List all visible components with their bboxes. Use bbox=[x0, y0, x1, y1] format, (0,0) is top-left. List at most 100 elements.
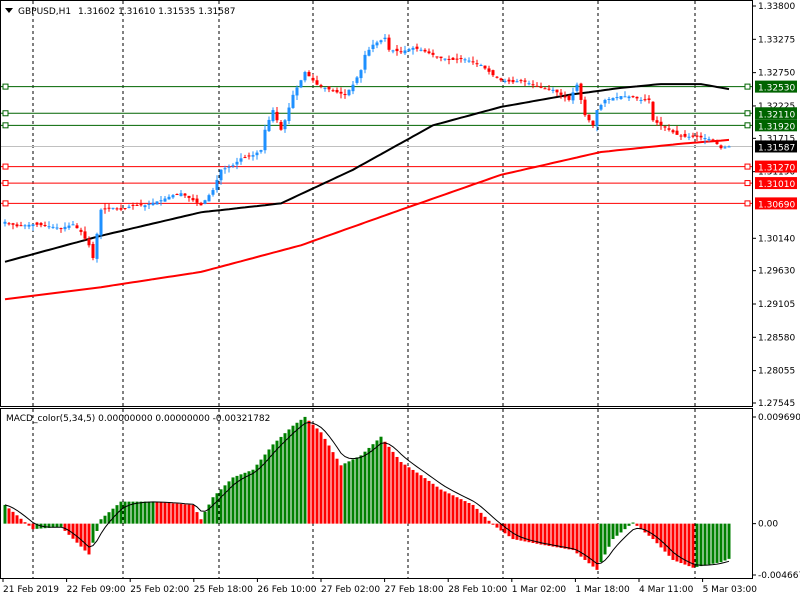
macd-histogram-bar bbox=[283, 433, 287, 524]
current-price-label: 1.31587 bbox=[758, 143, 795, 153]
macd-tick-label: 0.00 bbox=[758, 520, 778, 530]
candle-body bbox=[535, 85, 539, 87]
macd-histogram-bar bbox=[387, 446, 391, 524]
candle-body bbox=[675, 130, 679, 135]
macd-histogram-bar bbox=[707, 523, 711, 565]
macd-histogram-bar bbox=[155, 501, 159, 524]
candle-body bbox=[419, 49, 423, 51]
candle-body bbox=[707, 138, 711, 140]
candle-body bbox=[551, 89, 555, 91]
candle-body bbox=[475, 63, 479, 65]
candle-body bbox=[387, 37, 391, 50]
macd-histogram-bar bbox=[623, 523, 627, 530]
candle-body bbox=[611, 98, 615, 101]
macd-histogram-bar bbox=[343, 463, 347, 524]
candle-body bbox=[247, 155, 251, 157]
candle-body bbox=[319, 85, 323, 87]
candle-body bbox=[335, 89, 339, 93]
macd-histogram-bar bbox=[659, 523, 663, 548]
candle-body bbox=[567, 95, 571, 100]
candle-body bbox=[307, 71, 311, 77]
candle-body bbox=[459, 58, 463, 60]
time-label: 1 Mar 02:00 bbox=[512, 585, 567, 595]
chart-window[interactable]: 1.338001.332751.327501.322251.317151.311… bbox=[0, 0, 800, 600]
macd-histogram-bar bbox=[87, 523, 91, 555]
candle-body bbox=[559, 92, 563, 95]
candle-body bbox=[275, 111, 279, 121]
candle-body bbox=[511, 80, 515, 83]
macd-histogram-bar bbox=[11, 511, 15, 524]
macd-histogram-bar bbox=[463, 501, 467, 524]
candle-body bbox=[423, 49, 427, 52]
macd-histogram-bar bbox=[487, 520, 491, 524]
time-label: 25 Feb 02:00 bbox=[130, 585, 189, 595]
macd-histogram-bar bbox=[627, 523, 631, 526]
candle-body bbox=[231, 165, 235, 167]
symbol-title: GBPUSD,H1 bbox=[18, 7, 71, 17]
candle-body bbox=[711, 139, 715, 141]
candle-body bbox=[599, 105, 603, 110]
macd-histogram-bar bbox=[423, 478, 427, 524]
candle-body bbox=[515, 81, 519, 83]
macd-histogram-bar bbox=[367, 447, 371, 524]
macd-histogram-bar bbox=[71, 523, 75, 539]
price-tick-label: 1.29105 bbox=[758, 300, 795, 310]
macd-histogram-bar bbox=[331, 452, 335, 524]
candle-body bbox=[375, 42, 379, 46]
macd-histogram-bar bbox=[131, 501, 135, 524]
candle-body bbox=[343, 94, 347, 96]
candle-body bbox=[671, 130, 675, 133]
macd-histogram-bar bbox=[215, 493, 219, 524]
macd-histogram-bar bbox=[375, 440, 379, 524]
level-price-label: 1.32530 bbox=[758, 84, 795, 94]
macd-histogram-bar bbox=[191, 504, 195, 524]
candle-body bbox=[519, 80, 523, 82]
candle-body bbox=[631, 96, 635, 98]
macd-histogram-bar bbox=[339, 465, 343, 524]
candle-body bbox=[615, 97, 619, 99]
candle-body bbox=[147, 204, 151, 206]
macd-histogram-bar bbox=[551, 523, 555, 547]
candle-body bbox=[571, 92, 575, 101]
candle-body bbox=[491, 70, 495, 76]
candle-body bbox=[83, 231, 87, 239]
candle-body bbox=[463, 59, 467, 61]
macd-histogram-bar bbox=[727, 523, 731, 559]
candle-body bbox=[523, 80, 527, 82]
candle-body bbox=[163, 198, 167, 202]
macd-histogram-bar bbox=[3, 504, 7, 524]
level-marker bbox=[2, 200, 9, 207]
level-price-label: 1.31010 bbox=[758, 180, 795, 190]
candle-body bbox=[619, 96, 623, 99]
candle-body bbox=[651, 101, 655, 121]
macd-histogram-bar bbox=[647, 523, 651, 536]
candle-body bbox=[487, 68, 491, 72]
candle-body bbox=[187, 195, 191, 198]
candle-body bbox=[499, 78, 503, 81]
macd-histogram-bar bbox=[651, 523, 655, 540]
candle-body bbox=[99, 209, 103, 236]
macd-histogram-bar bbox=[83, 523, 87, 551]
macd-histogram-bar bbox=[491, 523, 495, 525]
candle-body bbox=[267, 119, 271, 132]
candle-body bbox=[575, 84, 579, 91]
price-tick-label: 1.33275 bbox=[758, 35, 795, 45]
macd-histogram-bar bbox=[135, 501, 139, 524]
macd-histogram-bar bbox=[175, 503, 179, 524]
macd-histogram-bar bbox=[151, 501, 155, 524]
macd-histogram-bar bbox=[539, 523, 543, 545]
candle-body bbox=[243, 157, 247, 159]
ohlc-header: 1.31602 1.31610 1.31535 1.31587 bbox=[78, 7, 235, 17]
macd-histogram-bar bbox=[671, 523, 675, 560]
candle-body bbox=[95, 233, 99, 259]
candle-body bbox=[635, 96, 639, 99]
macd-histogram-bar bbox=[455, 497, 459, 524]
level-price-label: 1.31270 bbox=[758, 164, 795, 174]
macd-histogram-bar bbox=[447, 493, 451, 524]
level-marker bbox=[2, 122, 9, 129]
candle-body bbox=[543, 88, 547, 90]
macd-histogram-bar bbox=[443, 491, 447, 524]
macd-histogram-bar bbox=[247, 471, 251, 524]
candle-body bbox=[207, 195, 211, 202]
candle-body bbox=[263, 129, 267, 151]
